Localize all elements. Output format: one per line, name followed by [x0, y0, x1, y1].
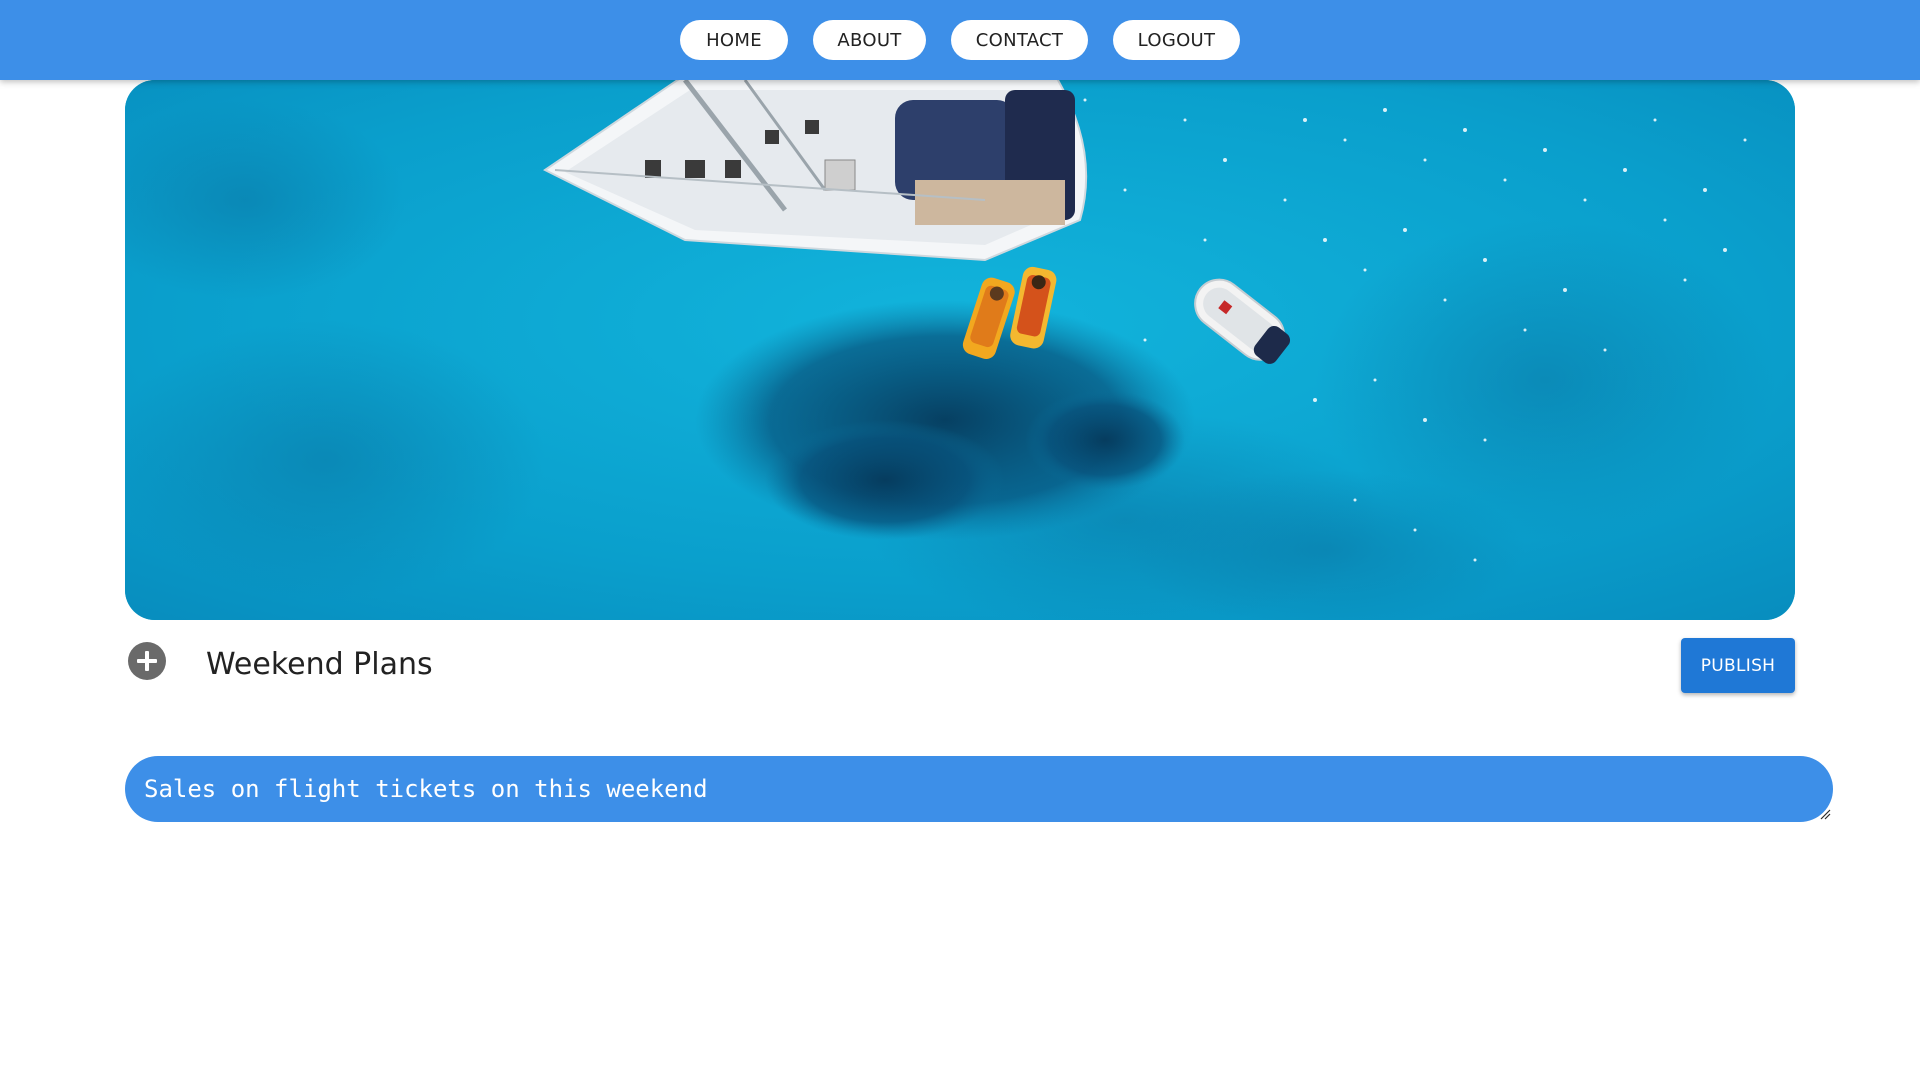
post-body-textarea[interactable]: Sales on flight tickets on this weekend [125, 756, 1833, 822]
add-button[interactable] [128, 642, 166, 680]
post-body-text: Sales on flight tickets on this weekend [144, 775, 708, 803]
nav-about-button[interactable]: ABOUT [813, 20, 926, 60]
nav-logout-button[interactable]: LOGOUT [1113, 20, 1240, 60]
top-nav-bar: HOME ABOUT CONTACT LOGOUT [0, 0, 1920, 80]
post-title[interactable]: Weekend Plans [206, 643, 433, 687]
nav-contact-button[interactable]: CONTACT [951, 20, 1088, 60]
plus-circle-icon [128, 642, 166, 680]
hero-image [125, 80, 1795, 620]
publish-button[interactable]: PUBLISH [1681, 638, 1795, 693]
nav-home-button[interactable]: HOME [680, 20, 788, 60]
resize-handle-icon[interactable] [1819, 808, 1831, 820]
